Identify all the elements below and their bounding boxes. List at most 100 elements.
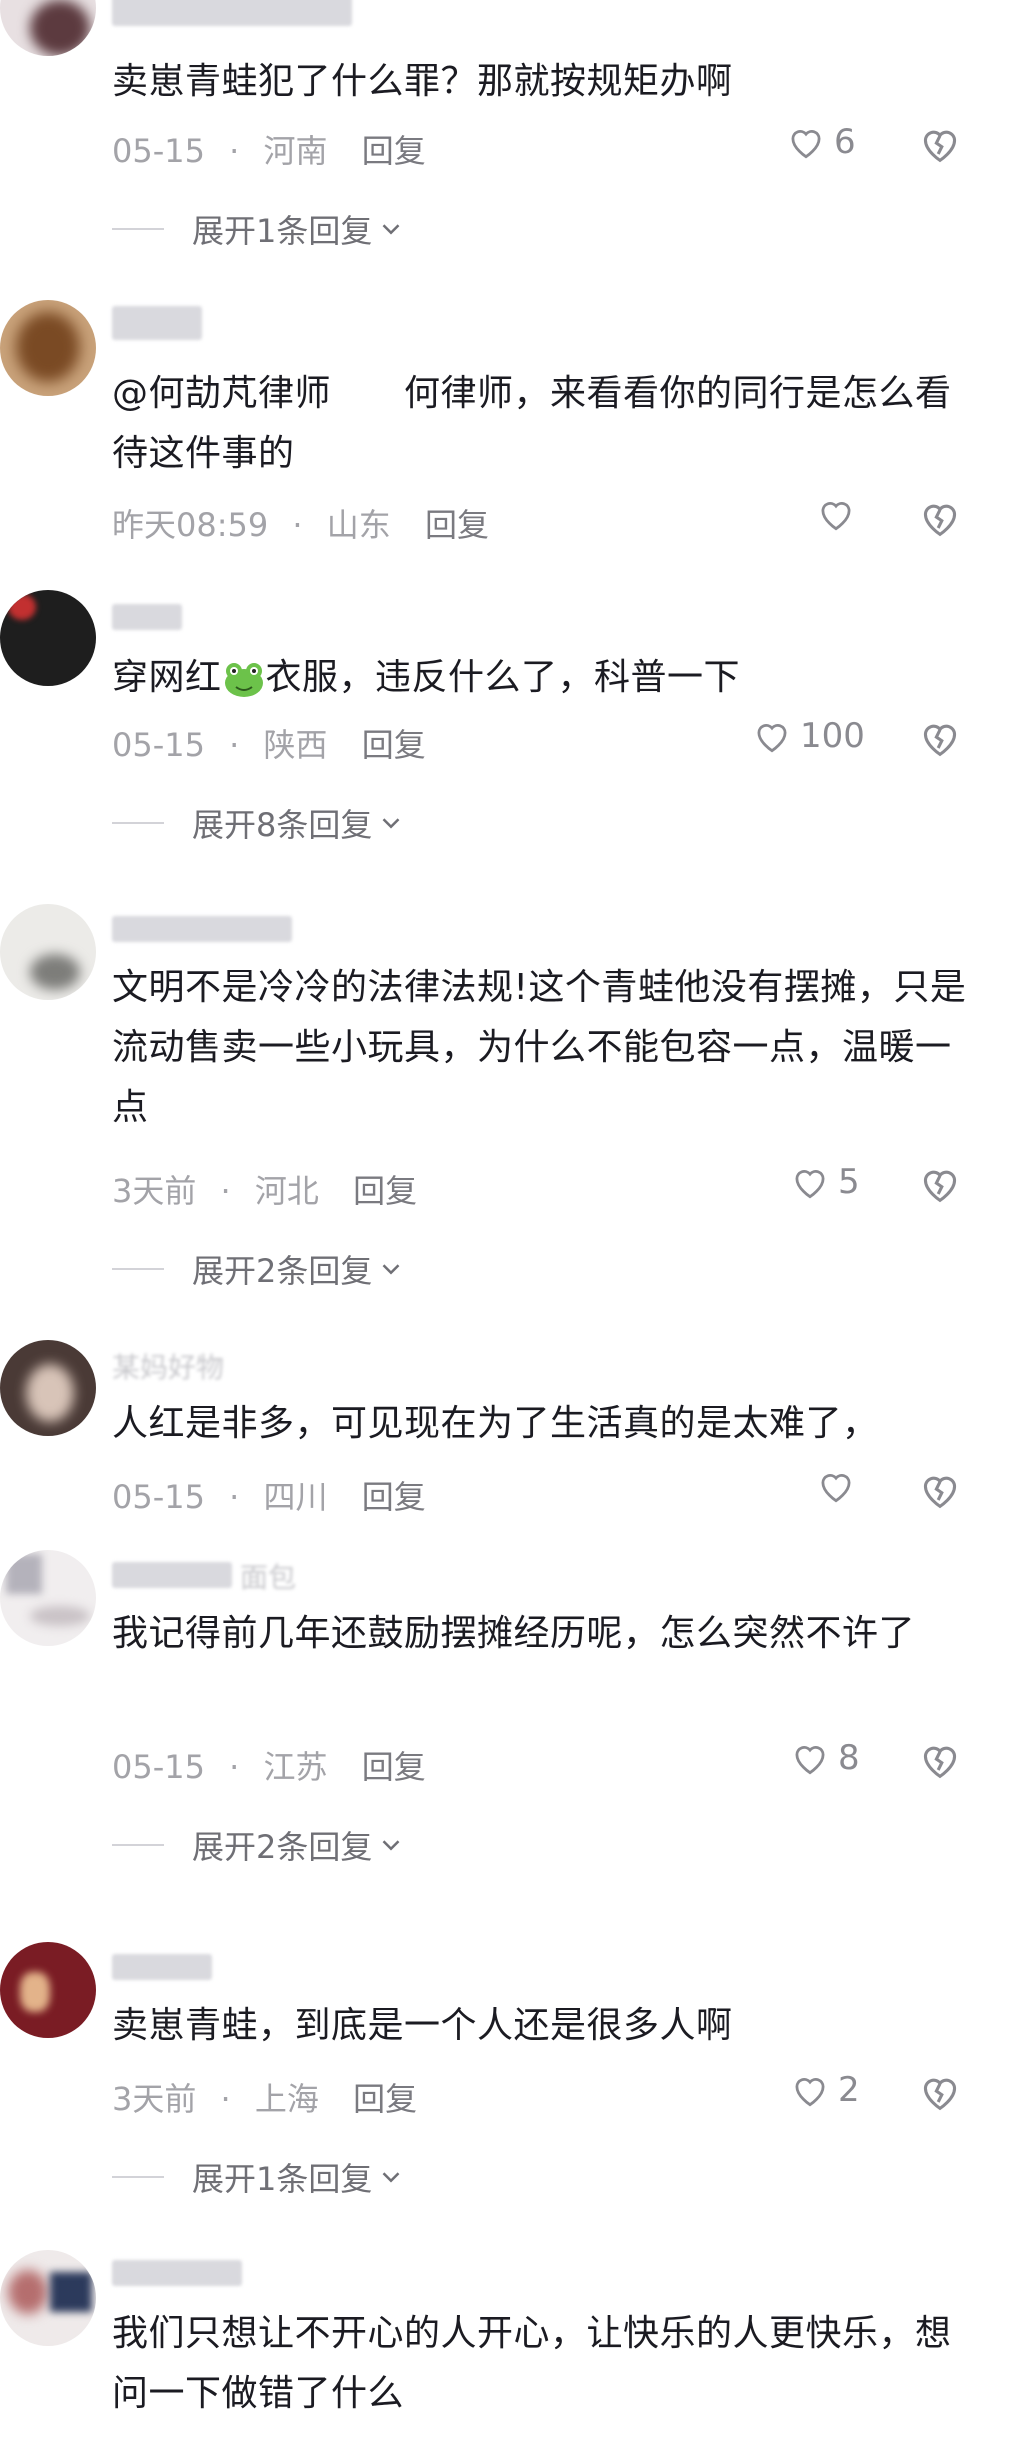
comment-meta: 05-15 · 陕西 回复 xyxy=(112,720,426,766)
broken-heart-icon[interactable] xyxy=(918,1164,962,1204)
like-count: 100 xyxy=(800,716,865,756)
comment-time: 05-15 xyxy=(112,726,205,764)
separator: · xyxy=(292,506,303,544)
comment-meta: 05-15 · 江苏 回复 xyxy=(112,1742,426,1788)
broken-heart-icon[interactable] xyxy=(918,124,962,164)
separator: · xyxy=(229,132,240,170)
reply-button[interactable]: 回复 xyxy=(362,1748,426,1786)
like-count: 6 xyxy=(834,122,856,162)
expand-label: 展开2条回复 xyxy=(192,1828,373,1866)
expand-label: 展开1条回复 xyxy=(192,212,373,250)
avatar[interactable] xyxy=(0,2250,96,2346)
comment-text: @何劼芃律师 何律师，来看看你的同行是怎么看待这件事的 xyxy=(112,373,952,474)
heart-outline-icon xyxy=(757,724,787,753)
divider xyxy=(112,2176,164,2178)
heart-outline-icon xyxy=(795,1170,825,1199)
heart-outline-icon xyxy=(791,130,821,159)
comment-meta: 3天前 · 河北 回复 xyxy=(112,1166,417,1212)
comment-meta: 昨天08:59 · 山东 回复 xyxy=(112,500,489,546)
separator: · xyxy=(220,2080,231,2118)
username-redacted[interactable] xyxy=(112,1954,212,1980)
like-button[interactable]: 100 xyxy=(752,716,865,756)
username-redacted[interactable] xyxy=(112,916,292,942)
reply-button[interactable]: 回复 xyxy=(425,506,489,544)
frog-emoji-icon xyxy=(224,663,263,697)
reply-button[interactable]: 回复 xyxy=(353,1172,417,1210)
heart-outline-icon xyxy=(795,1746,825,1775)
comment-region: 陕西 xyxy=(263,726,328,764)
broken-heart-icon[interactable] xyxy=(918,1740,962,1780)
heart-outline-icon xyxy=(821,1474,851,1503)
comment-text: 卖崽青蛙犯了什么罪？那就按规矩办啊 xyxy=(112,61,733,102)
broken-heart-icon[interactable] xyxy=(918,2072,962,2112)
username[interactable]: 面包 xyxy=(240,1556,296,1596)
expand-replies-button[interactable]: 展开1条回复 xyxy=(112,206,406,252)
comment-time: 昨天08:59 xyxy=(112,506,269,544)
expand-replies-button[interactable]: 展开8条回复 xyxy=(112,800,406,846)
expand-label: 展开8条回复 xyxy=(192,806,373,844)
avatar[interactable] xyxy=(0,300,96,396)
comment-meta: 05-15 · 四川 回复 xyxy=(112,1472,426,1518)
separator: · xyxy=(229,1748,240,1786)
reply-button[interactable]: 回复 xyxy=(362,132,426,170)
comment-text: 我们只想让不开心的人开心，让快乐的人更快乐，想问一下做错了什么 xyxy=(112,2313,952,2414)
username-redacted[interactable] xyxy=(112,0,352,26)
like-count: 5 xyxy=(838,1162,860,1202)
heart-outline-icon xyxy=(795,2078,825,2107)
comment-text: 卖崽青蛙，到底是一个人还是很多人啊 xyxy=(112,2005,733,2046)
chevron-down-icon xyxy=(382,1264,400,1275)
divider xyxy=(112,822,164,824)
like-button[interactable]: 2 xyxy=(790,2070,860,2110)
broken-heart-icon[interactable] xyxy=(918,498,962,538)
comment-time: 3天前 xyxy=(112,2080,197,2118)
comment-time: 05-15 xyxy=(112,132,205,170)
comment-region: 上海 xyxy=(254,2080,319,2118)
expand-replies-button[interactable]: 展开2条回复 xyxy=(112,1822,406,1868)
avatar[interactable] xyxy=(0,1550,96,1646)
like-button[interactable] xyxy=(816,496,864,532)
broken-heart-icon[interactable] xyxy=(918,1470,962,1510)
comment-time: 3天前 xyxy=(112,1172,197,1210)
username-redacted[interactable] xyxy=(112,604,182,630)
comment-text: 我记得前几年还鼓励摆摊经历呢，怎么突然不许了 xyxy=(112,1613,916,1654)
comment-region: 四川 xyxy=(263,1478,328,1516)
divider xyxy=(112,1268,164,1270)
avatar[interactable] xyxy=(0,904,96,1000)
expand-replies-button[interactable]: 展开2条回复 xyxy=(112,1246,406,1292)
reply-button[interactable]: 回复 xyxy=(362,1478,426,1516)
expand-replies-button[interactable]: 展开1条回复 xyxy=(112,2154,406,2200)
avatar[interactable] xyxy=(0,0,96,56)
reply-button[interactable]: 回复 xyxy=(362,726,426,764)
separator: · xyxy=(229,1478,240,1516)
comment-text: 穿网红 衣服，违反什么了，科普一下 xyxy=(112,657,741,698)
divider xyxy=(112,1844,164,1846)
expand-label: 展开2条回复 xyxy=(192,1252,373,1290)
comment-text: 人红是非多，可见现在为了生活真的是太难了， xyxy=(112,1403,879,1444)
comment-text: 文明不是冷冷的法律法规!这个青蛙他没有摆摊，只是流动售卖一些小玩具，为什么不能包… xyxy=(112,967,967,1128)
chevron-down-icon xyxy=(382,224,400,235)
username-redacted[interactable] xyxy=(112,1562,232,1588)
heart-outline-icon xyxy=(821,502,851,531)
avatar[interactable] xyxy=(0,1340,96,1436)
username-redacted[interactable] xyxy=(112,306,202,340)
chevron-down-icon xyxy=(382,1840,400,1851)
like-button[interactable]: 6 xyxy=(786,122,856,162)
like-count: 2 xyxy=(838,2070,860,2110)
comment-time: 05-15 xyxy=(112,1748,205,1786)
comment-region: 江苏 xyxy=(263,1748,328,1786)
comment-time: 05-15 xyxy=(112,1478,205,1516)
broken-heart-icon[interactable] xyxy=(918,718,962,758)
like-button[interactable] xyxy=(816,1468,864,1504)
comment-region: 河南 xyxy=(263,132,328,170)
avatar[interactable] xyxy=(0,590,96,686)
like-count: 8 xyxy=(838,1738,860,1778)
like-button[interactable]: 5 xyxy=(790,1162,860,1202)
comment-meta: 3天前 · 上海 回复 xyxy=(112,2074,417,2120)
username[interactable]: 某妈好物 xyxy=(112,1346,224,1386)
username-redacted[interactable] xyxy=(112,2260,242,2286)
comment-meta: 05-15 · 河南 回复 xyxy=(112,126,426,172)
avatar[interactable] xyxy=(0,1942,96,2038)
separator: · xyxy=(220,1172,231,1210)
reply-button[interactable]: 回复 xyxy=(353,2080,417,2118)
like-button[interactable]: 8 xyxy=(790,1738,860,1778)
